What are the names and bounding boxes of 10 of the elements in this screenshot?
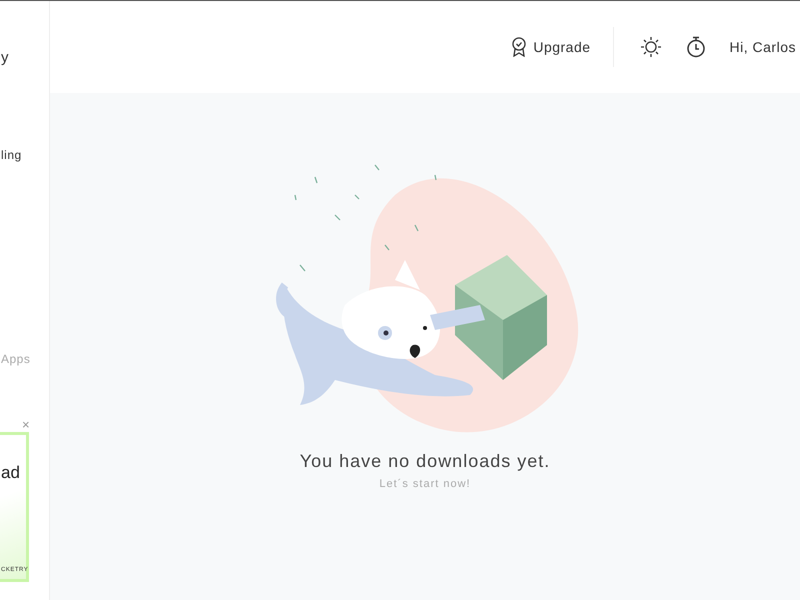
sun-icon[interactable]	[640, 36, 662, 58]
badge-icon	[511, 37, 528, 57]
empty-state-subtitle: Let´s start now!	[379, 478, 471, 490]
logo-text[interactable]: y	[1, 49, 49, 66]
user-greeting[interactable]: Hi, Carlos	[730, 39, 796, 55]
empty-state-title: You have no downloads yet.	[300, 451, 550, 472]
upgrade-button[interactable]: Upgrade	[511, 37, 591, 57]
stopwatch-icon[interactable]	[686, 36, 706, 58]
sidebar-item[interactable]: ling	[1, 148, 49, 162]
ad-headline: ad	[1, 463, 20, 483]
